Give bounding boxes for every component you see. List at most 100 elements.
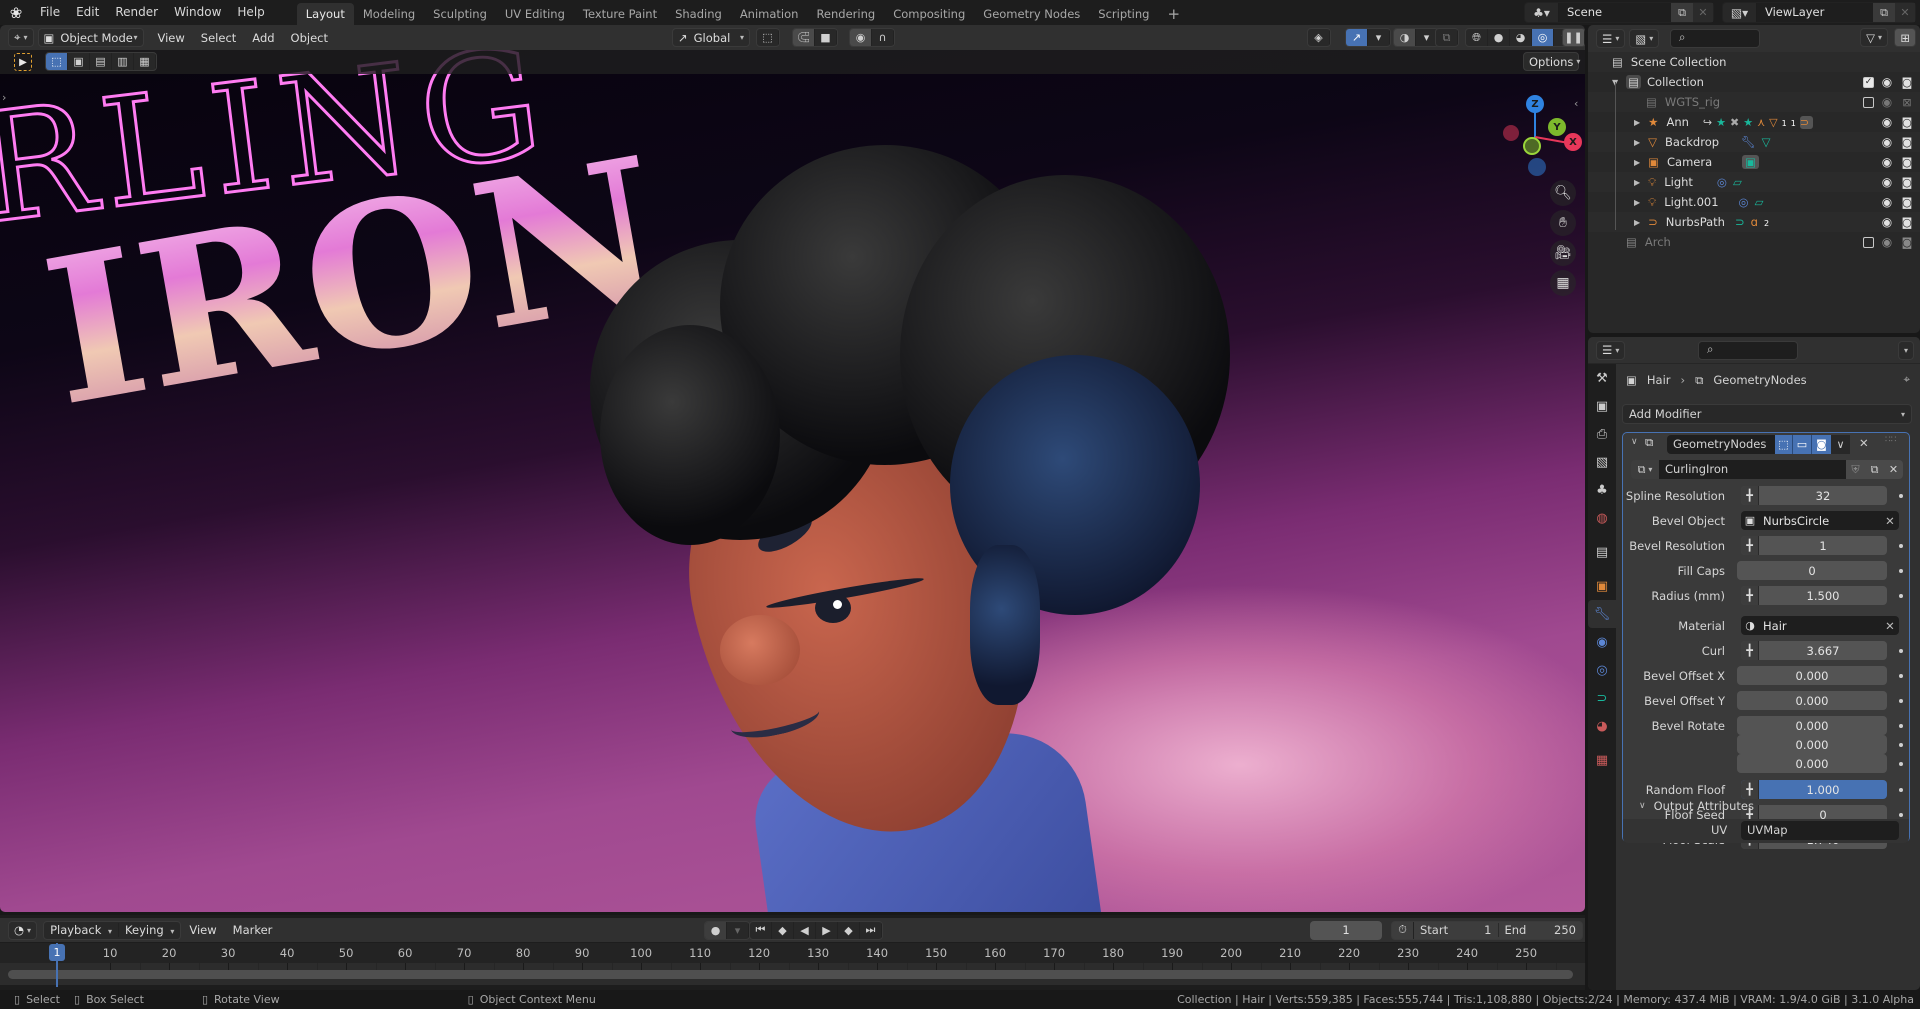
clear-icon[interactable]: ✕ — [1881, 619, 1899, 633]
zoom-view-icon[interactable]: 🔍︎ — [1550, 180, 1576, 206]
nurbspath-children-icons[interactable]: ⊃ɑ2 — [1735, 215, 1775, 229]
output-attributes-subpanel-header[interactable]: ∨ Output Attributes — [1639, 799, 1754, 813]
tab-particles-icon[interactable]: ◉ — [1588, 628, 1616, 656]
render-camera-icon[interactable]: ◙ — [1900, 136, 1914, 149]
menu-file[interactable]: File — [32, 0, 68, 25]
tab-modeling[interactable]: Modeling — [354, 3, 424, 25]
number-field[interactable]: 0.000 — [1737, 735, 1887, 754]
select-tool-icon[interactable]: ▶ — [14, 53, 32, 71]
render-camera-icon[interactable]: ◙ — [1900, 196, 1914, 209]
scene-name[interactable]: Scene — [1559, 3, 1671, 22]
tab-view-layer-icon[interactable]: ▧ — [1588, 448, 1616, 476]
rendered-shading-icon[interactable]: ◎ — [1532, 29, 1554, 46]
remove-view-layer-icon[interactable]: ✕ — [1895, 3, 1915, 22]
gizmo-dropdown-icon[interactable]: ▾ — [1368, 29, 1390, 46]
gizmo-neg-z[interactable] — [1528, 158, 1546, 176]
tab-sculpting[interactable]: Sculpting — [424, 3, 496, 25]
menu-object[interactable]: Object — [283, 31, 336, 45]
menu-edit[interactable]: Edit — [68, 0, 107, 25]
sidebar-toggle-icon[interactable]: ‹ — [1574, 97, 1578, 110]
properties-search-input[interactable]: ⌕ — [1698, 341, 1798, 360]
render-disabled-icon[interactable]: ⊠ — [1900, 96, 1914, 109]
start-frame-field[interactable]: Start 1 — [1414, 923, 1499, 937]
record-icon[interactable]: ● — [705, 921, 727, 939]
tab-animation[interactable]: Animation — [731, 3, 808, 25]
select-intersect-icon[interactable]: ▦ — [134, 53, 156, 70]
light-children-icons[interactable]: ◎▱ — [1739, 195, 1770, 209]
select-subtract-icon[interactable]: ▤ — [90, 53, 112, 70]
remove-scene-icon[interactable]: ✕ — [1693, 3, 1713, 22]
duplicate-node-group-icon[interactable]: ⧉ — [1865, 460, 1884, 479]
add-workspace-button[interactable]: + — [1158, 3, 1189, 25]
clear-icon[interactable]: ✕ — [1881, 514, 1899, 528]
editor-type-button[interactable]: ⌖ ▾ — [8, 28, 34, 47]
camera-data-icon[interactable]: ▣ — [1742, 155, 1760, 169]
preview-range-icon[interactable]: ⏱ — [1392, 921, 1414, 939]
gizmo-neg-y[interactable] — [1523, 137, 1541, 155]
backdrop-children-icons[interactable]: 🔧︎▽ — [1741, 135, 1776, 149]
gizmo-x-axis[interactable]: X — [1564, 133, 1582, 151]
proportional-edit-icon[interactable]: ◉ — [850, 29, 872, 46]
view-layer-selector[interactable]: ▧▾ ViewLayer ⧉ ✕ — [1722, 2, 1916, 23]
keyframe-dot-icon[interactable] — [1899, 543, 1903, 548]
keyframe-dot-icon[interactable] — [1899, 673, 1903, 678]
fake-user-icon[interactable]: ⛨ — [1846, 460, 1865, 479]
eye-icon[interactable]: ◉ — [1880, 175, 1894, 189]
eye-icon[interactable]: ◉ — [1880, 215, 1894, 229]
number-field[interactable]: ╋ 1.500 — [1741, 586, 1887, 605]
snap-magnet-icon[interactable]: 🧲︎ — [793, 29, 815, 46]
expand-arrow-icon[interactable]: ▶ — [1634, 118, 1640, 127]
menu-help[interactable]: Help — [229, 0, 272, 25]
scene-icon[interactable]: ♣▾ — [1525, 3, 1559, 22]
eye-icon[interactable]: ◉ — [1880, 235, 1894, 249]
gizmo-y-axis[interactable]: Y — [1548, 118, 1566, 136]
keyframe-dot-icon[interactable] — [1899, 723, 1903, 728]
tab-physics-icon[interactable]: ◎ — [1588, 656, 1616, 684]
tab-scene-icon[interactable]: ♣ — [1588, 476, 1616, 504]
material-shading-icon[interactable]: ◕ — [1510, 29, 1532, 46]
jump-start-icon[interactable]: ⏮ — [750, 921, 772, 939]
menu-window[interactable]: Window — [166, 0, 229, 25]
tab-shading[interactable]: Shading — [666, 3, 731, 25]
gizmo-z-axis[interactable]: Z — [1526, 95, 1544, 113]
playhead-badge[interactable]: 1 — [49, 944, 65, 961]
timeline-track[interactable] — [0, 963, 1587, 985]
properties-editor-type[interactable]: ☰ ▾ — [1596, 340, 1626, 360]
outliner-row-collection[interactable]: ▼ ▤ Collection ✓◉◙ — [1588, 72, 1920, 92]
tab-compositing[interactable]: Compositing — [884, 3, 974, 25]
select-extend-icon[interactable]: ▣ — [68, 53, 90, 70]
tab-modifiers-icon[interactable]: 🔧︎ — [1588, 600, 1616, 628]
select-new-icon[interactable]: ⬚ — [46, 53, 68, 70]
outliner-row-wgts-rig[interactable]: ▤ WGTS_rig ◉ ⊠ — [1588, 92, 1920, 112]
mode-dropdown[interactable]: ▣ Object Mode ▾ — [37, 28, 144, 47]
view-layer-name[interactable]: ViewLayer — [1757, 3, 1873, 22]
options-dropdown[interactable]: Options ▾ — [1523, 52, 1580, 71]
prev-keyframe-icon[interactable]: ◆ — [772, 921, 794, 939]
keyframe-dot-icon[interactable] — [1899, 787, 1903, 792]
filter-dropdown[interactable]: ▽ ▾ — [1860, 28, 1888, 47]
render-camera-icon[interactable]: ◙ — [1900, 216, 1914, 229]
number-field[interactable]: 0.000 — [1737, 666, 1887, 685]
timeline-editor-type-button[interactable]: ◔ ▾ — [8, 920, 38, 940]
number-field[interactable]: 0 — [1737, 561, 1887, 580]
render-camera-icon[interactable]: ◙ — [1900, 176, 1914, 189]
outliner-row-light-001[interactable]: ▶ 💡︎ Light.001 ◎▱ ◉ ◙ — [1588, 192, 1920, 212]
pivot-point-dropdown[interactable]: ⬚ — [756, 28, 780, 47]
select-invert-icon[interactable]: ▥ — [112, 53, 134, 70]
pan-view-icon[interactable]: ✋︎ — [1550, 210, 1576, 236]
collapse-chevron-icon[interactable]: ∨ — [1631, 437, 1638, 447]
pin-icon[interactable]: ⌖ — [1904, 372, 1910, 387]
tab-texture-icon[interactable]: ▦ — [1588, 746, 1616, 774]
menu-view[interactable]: View — [150, 31, 193, 45]
navigation-gizmo[interactable]: Z Y X — [1495, 90, 1582, 176]
eye-icon[interactable]: ◉ — [1880, 195, 1894, 209]
expand-arrow-icon[interactable]: ▶ — [1634, 158, 1640, 167]
tab-data-icon[interactable]: ⊃ — [1588, 684, 1616, 712]
keyframe-dot-icon[interactable] — [1899, 698, 1903, 703]
eye-icon[interactable]: ◉ — [1880, 75, 1894, 89]
exclude-checkbox[interactable] — [1863, 96, 1874, 108]
selectability-dropdown[interactable]: ◈ — [1307, 28, 1331, 47]
tab-texture-paint[interactable]: Texture Paint — [574, 3, 666, 25]
attribute-toggle-icon[interactable]: ╋ — [1741, 641, 1759, 660]
current-frame-field[interactable]: 1 — [1310, 920, 1382, 940]
